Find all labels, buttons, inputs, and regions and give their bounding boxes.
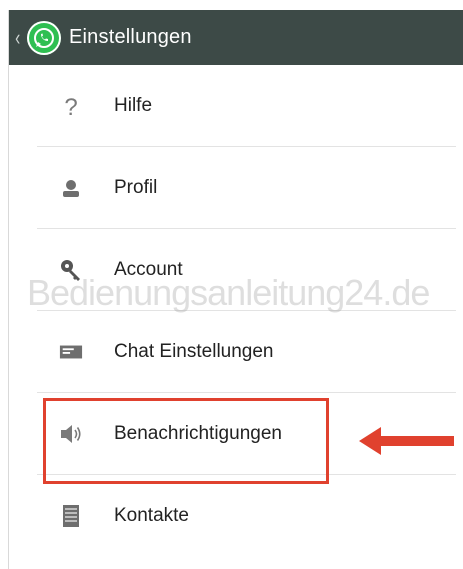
action-bar: ‹ Einstellungen bbox=[9, 10, 463, 65]
menu-item-kontakte[interactable]: Kontakte bbox=[9, 475, 463, 557]
menu-item-label: Profil bbox=[114, 177, 158, 198]
svg-text:?: ? bbox=[64, 94, 77, 119]
key-icon bbox=[59, 258, 83, 282]
page-title: Einstellungen bbox=[69, 26, 192, 48]
menu-item-profil[interactable]: Profil bbox=[9, 147, 463, 229]
chat-settings-icon bbox=[59, 340, 83, 364]
help-icon: ? bbox=[59, 94, 83, 119]
menu-item-label: Account bbox=[114, 259, 183, 280]
menu-item-label: Kontakte bbox=[114, 505, 189, 526]
pointer-arrow-icon bbox=[359, 427, 454, 455]
highlight-box bbox=[43, 398, 329, 484]
contacts-icon bbox=[59, 504, 83, 528]
app-window: ‹ Einstellungen ? Hilfe Profil Account C… bbox=[8, 10, 463, 569]
menu-item-label: Chat Einstellungen bbox=[114, 341, 274, 362]
menu-item-hilfe[interactable]: ? Hilfe bbox=[9, 65, 463, 147]
profile-icon bbox=[59, 176, 83, 200]
menu-item-label: Hilfe bbox=[114, 95, 153, 116]
menu-item-chat-einstellungen[interactable]: Chat Einstellungen bbox=[9, 311, 463, 393]
back-arrow-icon[interactable]: ‹ bbox=[15, 25, 25, 51]
menu-item-account[interactable]: Account bbox=[9, 229, 463, 311]
whatsapp-logo-icon[interactable] bbox=[27, 20, 61, 55]
